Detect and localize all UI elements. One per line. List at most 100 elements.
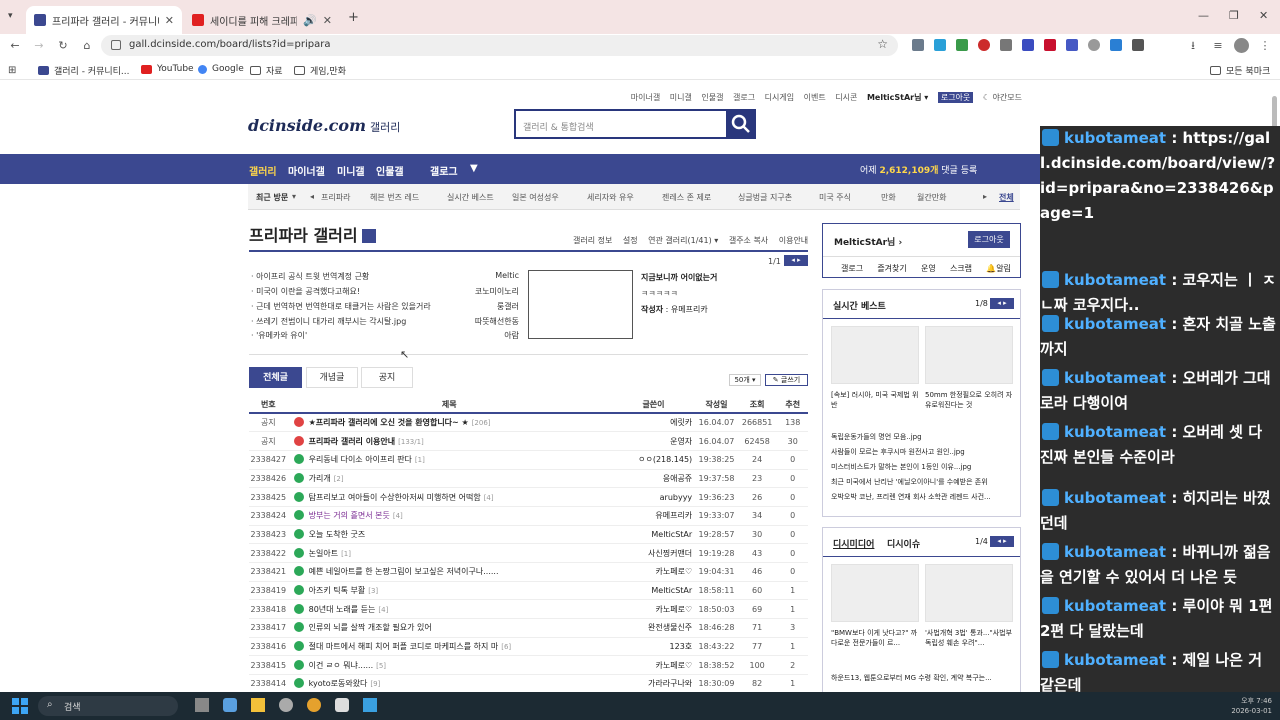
row-title[interactable]: 가리개: [309, 474, 331, 483]
tab-all-posts[interactable]: 전체글: [249, 367, 302, 388]
best-list-item[interactable]: 오박오박 코난, 프리렌 연재 회사 소학관 레젠드 사건...: [831, 490, 1016, 505]
row-writer[interactable]: 운영자: [610, 431, 697, 451]
table-row[interactable]: 2338426 가리개 [2] 응애공쥬 19:37:58 23 0: [249, 469, 808, 489]
new-tab-plus-icon[interactable]: +: [348, 10, 359, 25]
address-bar[interactable]: gall.dcinside.com/board/lists?id=pripara…: [101, 35, 898, 56]
tab-dcinside[interactable]: 프리파라 갤러리 - 커뮤니티 포 ✕: [26, 6, 182, 34]
best-thumb-caption[interactable]: 50mm 한정필으로 오히려 자유로워진다는 것: [925, 390, 1017, 410]
topnav-minor[interactable]: 마이너갤: [631, 93, 660, 102]
featured-title[interactable]: 지금보니까 어이없는거: [641, 272, 717, 283]
related-galleries-link[interactable]: 연관 갤러리(1/41) ▾: [648, 236, 718, 245]
extension-icon[interactable]: [1000, 39, 1012, 51]
row-title-cell[interactable]: 예쁜 네일아트를 한 논짱그림이 보고싶은 저녁이구나......: [287, 562, 611, 582]
file-explorer-icon[interactable]: [251, 698, 265, 712]
row-comment-count[interactable]: [2]: [334, 475, 344, 483]
bookmark-google[interactable]: Google: [198, 64, 244, 74]
recent-prev-icon[interactable]: ◂: [310, 192, 314, 201]
tab-notices[interactable]: 공지: [361, 367, 413, 388]
gallery-info-link[interactable]: 갤러리 정보: [573, 236, 612, 245]
site-info-icon[interactable]: [111, 40, 121, 50]
row-writer[interactable]: 응애공쥬: [610, 469, 697, 489]
dc-thumb-caption[interactable]: "BMW보다 이게 낫다고?" 까다로운 전문가들이 르...: [831, 628, 921, 648]
table-row[interactable]: 2338427 우리동네 다이소 아이프리 판다 [1] ㅇㅇ(218.145) 19:…: [249, 450, 808, 470]
recent-all-link[interactable]: 전체: [999, 192, 1014, 203]
row-title-cell[interactable]: 인류의 뇌를 살짝 개조할 필요가 있어: [287, 618, 611, 638]
chrome-icon[interactable]: [307, 698, 321, 712]
best-list-item[interactable]: 최근 미국에서 난리난 '에닐오이아니'를 수예받은 존위: [831, 475, 1016, 490]
nav-person[interactable]: 인물갤: [376, 163, 404, 178]
topnav-logout-button[interactable]: 로그아웃: [937, 92, 974, 103]
row-title[interactable]: 프리파라 갤러리 이용안내: [309, 437, 396, 446]
nav-gallog[interactable]: 갤로그: [430, 163, 458, 178]
gallery-title[interactable]: 프리파라 갤러리: [249, 222, 376, 246]
row-writer[interactable]: 에릿카: [610, 413, 697, 433]
bookmark-youtube[interactable]: YouTube: [141, 64, 194, 74]
speaker-icon[interactable]: 🔊: [303, 14, 317, 27]
extension-icon[interactable]: [934, 39, 946, 51]
table-row[interactable]: 2338417 인류의 뇌를 살짝 개조할 필요가 있어 완전생물신주 18:46:2…: [249, 618, 808, 638]
row-title[interactable]: ★프리파라 갤러리에 오신 것을 환영합니다~ ★: [309, 418, 469, 427]
row-writer[interactable]: MelticStAr: [610, 525, 697, 545]
close-icon[interactable]: ✕: [165, 14, 174, 27]
bookmark-star-icon[interactable]: ☆: [877, 37, 888, 51]
extension-icon[interactable]: [1088, 39, 1100, 51]
reading-list-icon[interactable]: ≡: [1212, 40, 1224, 52]
topnav-event[interactable]: 이벤트: [804, 93, 826, 102]
site-logo[interactable]: dcinside.com 갤러리: [248, 116, 400, 135]
best-thumbnail[interactable]: [925, 326, 1013, 384]
user-link-favorites[interactable]: 즐겨찾기: [877, 263, 906, 274]
row-title[interactable]: 논일아트: [309, 549, 338, 558]
topnav-mini[interactable]: 미니갤: [670, 93, 692, 102]
row-comment-count[interactable]: [6]: [501, 643, 511, 651]
download-icon[interactable]: ⭳: [1187, 40, 1199, 52]
notice-item[interactable]: · 근데 번역하면 번역한대로 태클거는 사람은 있을거라: [251, 301, 431, 312]
menu-kebab-icon[interactable]: ⋮: [1259, 40, 1271, 52]
notice-item[interactable]: · 미국이 이란을 공격했다고해요!: [251, 286, 360, 297]
topnav-person[interactable]: 인물갤: [701, 93, 723, 102]
recent-item[interactable]: 월간만화: [917, 192, 946, 203]
copilot-icon[interactable]: [223, 698, 237, 712]
notice-pager-buttons[interactable]: ◂ ▸: [784, 255, 808, 266]
forward-icon[interactable]: →: [33, 40, 45, 52]
row-title[interactable]: 인류의 뇌를 살짝 개조할 필요가 있어: [309, 623, 432, 632]
apps-grid-icon[interactable]: ⊞: [8, 65, 16, 76]
user-link-manage[interactable]: 운영: [921, 263, 936, 274]
windows-start-icon[interactable]: [12, 698, 28, 714]
row-title[interactable]: 아즈키 틱톡 부활: [309, 586, 366, 595]
table-row[interactable]: 2338423 오늘 도착한 굿즈 MelticStAr 19:28:57 30 0: [249, 525, 808, 545]
window-close-icon[interactable]: ✕: [1259, 9, 1268, 22]
best-thumb-caption[interactable]: [속보] 러시아, 미국 국제법 위반: [831, 390, 919, 410]
tab-dc-issue[interactable]: 디시이슈: [887, 537, 920, 550]
topnav-gallog[interactable]: 갤로그: [733, 93, 755, 102]
row-writer[interactable]: arubyyy: [610, 487, 697, 507]
topnav-game[interactable]: 디시게임: [765, 93, 794, 102]
row-writer[interactable]: 카노페로♡: [610, 655, 697, 676]
extension-icon[interactable]: [1066, 39, 1078, 51]
write-button[interactable]: ✎ 글쓰기: [765, 374, 808, 386]
row-title[interactable]: 절대 마트에서 해피 치어 퍼플 코디로 마케피스를 하지 마: [309, 642, 499, 651]
home-icon[interactable]: ⌂: [81, 40, 93, 52]
recent-item[interactable]: 실시간 베스트: [447, 192, 494, 203]
row-title-cell[interactable]: 논일아트 [1]: [287, 543, 611, 563]
bookmark-folder-resources[interactable]: 자료: [250, 64, 283, 77]
row-comment-count[interactable]: [5]: [376, 662, 386, 670]
user-link-scrap[interactable]: 스크랩: [950, 263, 972, 274]
recent-item[interactable]: 미국 주식: [819, 192, 851, 203]
row-comment-count[interactable]: [4]: [484, 494, 494, 502]
bookmark-gallery[interactable]: 갤러리 - 커뮤니티...: [38, 64, 130, 77]
restore-icon[interactable]: ❐: [1229, 9, 1239, 22]
row-title-cell[interactable]: 80년대 노래를 듣는 [4]: [287, 599, 611, 620]
row-title[interactable]: 예쁜 네일아트를 한 논짱그림이 보고싶은 저녁이구나......: [309, 567, 499, 576]
notice-item[interactable]: · 아이프리 공식 트윗 번역계정 근황: [251, 271, 369, 282]
row-writer[interactable]: 123호: [610, 637, 697, 657]
row-comment-count[interactable]: [133/1]: [398, 438, 424, 446]
row-title-cell[interactable]: ★프리파라 갤러리에 오신 것을 환영합니다~ ★ [206]: [287, 413, 611, 433]
recent-item[interactable]: 일본 여성성우: [512, 192, 559, 203]
nav-minor[interactable]: 마이너갤: [288, 163, 325, 178]
row-comment-count[interactable]: [1]: [341, 550, 351, 558]
table-row[interactable]: 2338422 논일아트 [1] 사신찡커맨더 19:19:28 43 0: [249, 543, 808, 563]
bookmark-folder-games[interactable]: 게임,만화: [294, 64, 346, 77]
tab-search-chevron-icon[interactable]: ▾: [8, 11, 13, 21]
row-title-cell[interactable]: 절대 마트에서 해피 치어 퍼플 코디로 마케피스를 하지 마 [6]: [287, 637, 611, 657]
row-writer[interactable]: 카노페로♡: [610, 599, 697, 620]
